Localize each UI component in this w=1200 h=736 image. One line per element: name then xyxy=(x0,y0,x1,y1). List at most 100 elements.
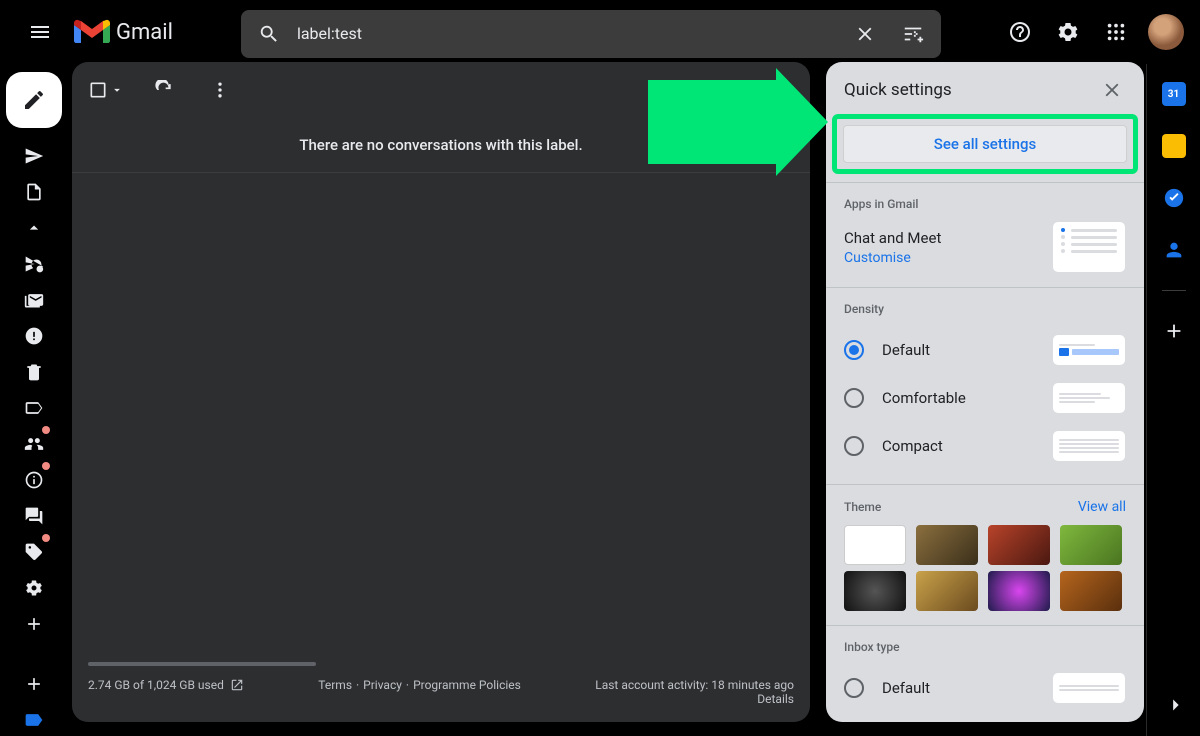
theme-tile[interactable] xyxy=(1060,571,1122,611)
inbox-option-label: Default xyxy=(882,679,1034,697)
forum-icon xyxy=(24,506,44,526)
density-thumbnail xyxy=(1052,334,1126,366)
quick-settings-panel: Quick settings See all settings Apps in … xyxy=(826,62,1144,722)
stacked-mail-icon xyxy=(24,290,44,310)
nav-manage-labels[interactable] xyxy=(14,572,54,604)
empty-label-message: There are no conversations with this lab… xyxy=(72,118,810,173)
keep-addon[interactable] xyxy=(1162,134,1186,158)
hide-side-panel[interactable] xyxy=(1164,694,1186,720)
gear-icon xyxy=(24,578,44,598)
open-in-new-icon[interactable] xyxy=(230,678,244,692)
density-compact[interactable]: Compact xyxy=(844,422,1126,470)
select-all-checkbox[interactable] xyxy=(84,76,128,104)
search-options-button[interactable] xyxy=(893,14,933,54)
density-comfortable[interactable]: Comfortable xyxy=(844,374,1126,422)
contacts-addon[interactable] xyxy=(1162,238,1186,262)
inbox-default[interactable]: Default xyxy=(844,664,1126,712)
gear-icon xyxy=(1056,20,1080,44)
nav-drafts[interactable] xyxy=(14,176,54,208)
plus-icon xyxy=(1163,320,1185,342)
main-panel: There are no conversations with this lab… xyxy=(72,62,810,722)
inbox-thumbnail xyxy=(1052,672,1126,704)
nav-promotions[interactable] xyxy=(14,536,54,568)
chevron-up-icon xyxy=(24,218,44,238)
refresh-icon xyxy=(154,80,174,100)
person-icon xyxy=(1163,239,1185,261)
help-icon xyxy=(1008,20,1032,44)
storage-bar xyxy=(88,662,316,666)
nav-new-label[interactable] xyxy=(14,668,54,700)
search-input[interactable] xyxy=(297,24,837,43)
schedule-send-icon xyxy=(24,254,44,274)
density-option-label: Comfortable xyxy=(882,389,1034,407)
get-addons[interactable] xyxy=(1162,319,1186,343)
spam-icon xyxy=(24,326,44,346)
nav-test-label[interactable] xyxy=(14,704,54,736)
account-avatar[interactable] xyxy=(1148,14,1184,50)
footer: 2.74 GB of 1,024 GB used Terms · Privacy… xyxy=(72,662,810,722)
radio-icon xyxy=(844,388,864,408)
more-button[interactable] xyxy=(200,70,240,110)
theme-tile[interactable] xyxy=(988,571,1050,611)
nav-all-mail[interactable] xyxy=(14,284,54,316)
customise-link[interactable]: Customise xyxy=(844,250,941,266)
apps-icon xyxy=(1105,21,1127,43)
nav-scheduled[interactable] xyxy=(14,248,54,280)
theme-tile[interactable] xyxy=(844,525,906,565)
radio-checked-icon xyxy=(844,340,864,360)
see-all-settings-button[interactable]: See all settings xyxy=(843,125,1127,163)
theme-tile[interactable] xyxy=(844,571,906,611)
nav-spam[interactable] xyxy=(14,320,54,352)
search-button[interactable] xyxy=(249,14,289,54)
plus-icon xyxy=(24,614,44,634)
checkbox-outline-icon xyxy=(88,80,108,100)
quick-settings-title: Quick settings xyxy=(844,80,952,100)
nav-label-1[interactable] xyxy=(14,428,54,460)
theme-label: Theme xyxy=(844,500,881,514)
refresh-button[interactable] xyxy=(144,70,184,110)
terms-link[interactable]: Terms xyxy=(318,678,352,692)
apps-button[interactable] xyxy=(1096,12,1136,52)
view-all-themes[interactable]: View all xyxy=(1078,499,1126,515)
support-button[interactable] xyxy=(1000,12,1040,52)
theme-tile[interactable] xyxy=(916,525,978,565)
info-icon xyxy=(24,470,44,490)
close-settings-button[interactable] xyxy=(1098,76,1126,104)
footer-storage: 2.74 GB of 1,024 GB used xyxy=(88,678,244,692)
close-icon xyxy=(854,23,876,45)
nav-label-2[interactable] xyxy=(14,464,54,496)
label-filled-icon xyxy=(24,710,44,730)
nav-create-label[interactable] xyxy=(14,608,54,640)
see-all-highlight: See all settings xyxy=(832,114,1138,174)
inbox-type-label: Inbox type xyxy=(844,640,1126,654)
compose-button[interactable] xyxy=(6,72,62,128)
nav-less[interactable] xyxy=(14,212,54,244)
file-icon xyxy=(24,182,44,202)
privacy-link[interactable]: Privacy xyxy=(363,678,402,692)
gmail-logo-area[interactable]: Gmail xyxy=(72,17,173,47)
tasks-icon xyxy=(1163,187,1185,209)
settings-button[interactable] xyxy=(1048,12,1088,52)
tasks-addon[interactable] xyxy=(1162,186,1186,210)
radio-icon xyxy=(844,678,864,698)
theme-tile[interactable] xyxy=(916,571,978,611)
details-link[interactable]: Details xyxy=(595,692,794,706)
navigation-rail xyxy=(0,64,68,736)
side-panel: 31 xyxy=(1146,64,1200,736)
density-default[interactable]: Default xyxy=(844,326,1126,374)
conversation-list xyxy=(72,173,810,662)
footer-links: Terms · Privacy · Programme Policies xyxy=(318,678,521,692)
calendar-addon[interactable]: 31 xyxy=(1162,82,1186,106)
nav-sent[interactable] xyxy=(14,140,54,172)
chevron-right-icon xyxy=(1164,694,1186,716)
theme-tile[interactable] xyxy=(988,525,1050,565)
theme-section: Theme View all xyxy=(826,484,1144,625)
main-menu-button[interactable] xyxy=(16,8,64,56)
nav-forums[interactable] xyxy=(14,500,54,532)
policies-link[interactable]: Programme Policies xyxy=(413,678,521,692)
trash-icon xyxy=(24,362,44,382)
theme-tile[interactable] xyxy=(1060,525,1122,565)
nav-trash[interactable] xyxy=(14,356,54,388)
nav-categories[interactable] xyxy=(14,392,54,424)
clear-search-button[interactable] xyxy=(845,14,885,54)
